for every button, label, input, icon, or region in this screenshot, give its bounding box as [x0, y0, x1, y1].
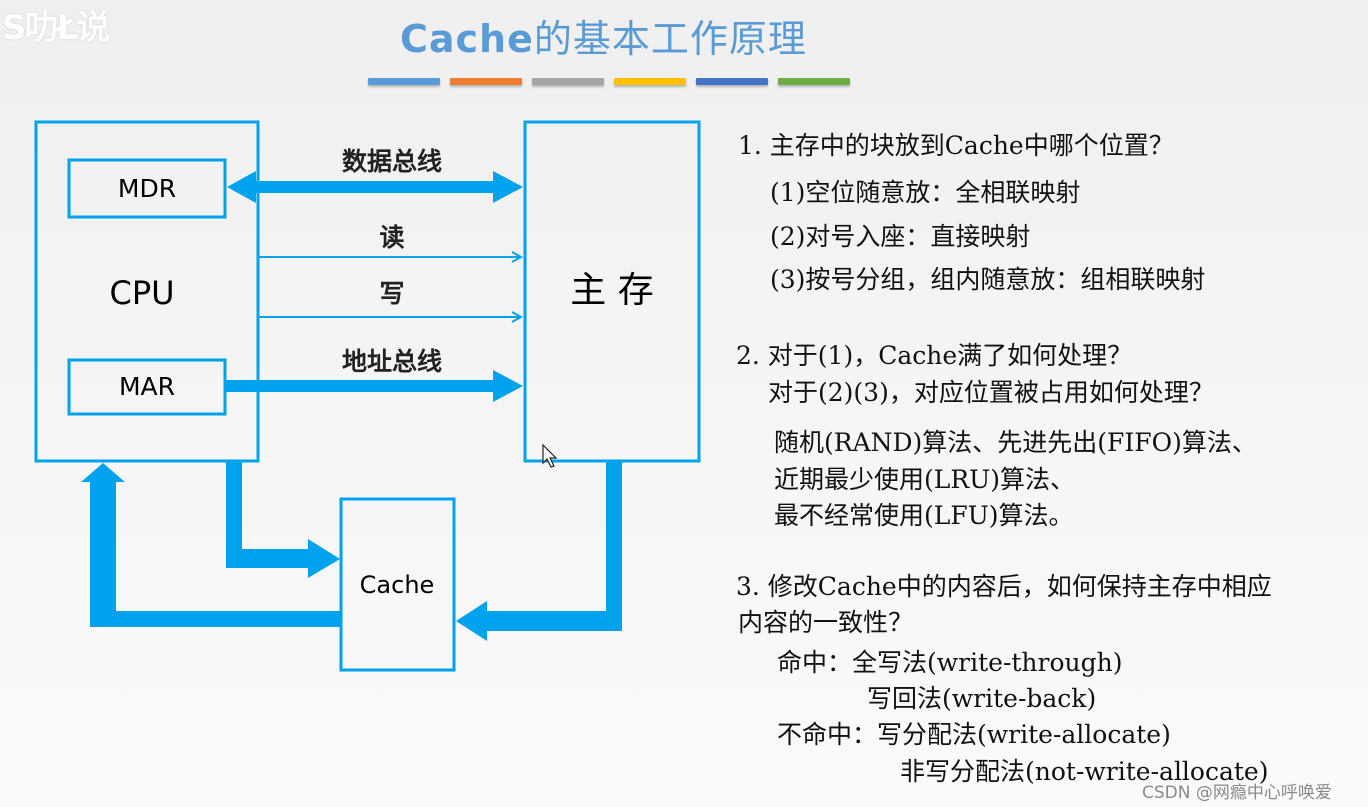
mar-label: MAR: [119, 372, 175, 401]
data-bus-label: 数据总线: [342, 147, 442, 176]
question-3-heading-cont: 内容的一致性？: [738, 608, 914, 637]
read-label: 读: [379, 223, 404, 252]
memory-to-cache-arrow: [456, 461, 622, 641]
mdr-label: MDR: [118, 174, 176, 203]
cache-to-cpu-arrow: [81, 463, 341, 627]
csdn-watermark: CSDN @网瘾中心呼唤爱: [1142, 783, 1332, 803]
question-2-answer-3: 最不经常使用(LFU)算法。: [774, 501, 1074, 530]
question-2-heading: 2. 对于(1)，Cache满了如何处理？: [736, 341, 1133, 370]
question-2-answer-1: 随机(RAND)算法、先进先出(FIFO)算法、: [774, 428, 1257, 457]
question-2-answer-2: 近期最少使用(LRU)算法、: [774, 465, 1076, 494]
address-bus-label: 地址总线: [342, 347, 442, 376]
accent-bar-6: [778, 78, 850, 85]
cache-diagram: MDR MAR CPU 主 存 Cache 数据总线 读 写 地址总线: [34, 120, 701, 672]
cpu-label: CPU: [109, 274, 174, 312]
main-memory-label: 主 存: [570, 270, 653, 311]
question-3-miss-1: 不命中：写分配法(write-allocate): [777, 720, 1171, 749]
question-1-answer-3: (3)按号分组，组内随意放：组相联映射: [770, 265, 1206, 294]
cache-label: Cache: [360, 571, 435, 599]
question-1-heading: 1. 主存中的块放到Cache中哪个位置？: [738, 131, 1174, 160]
cpu-to-cache-arrow: [226, 461, 340, 578]
question-3-heading: 3. 修改Cache中的内容后，如何保持主存中相应: [736, 572, 1272, 601]
question-2-subheading: 对于(2)(3)，对应位置被占用如何处理？: [768, 378, 1214, 407]
question-1-answer-1: (1)空位随意放：全相联映射: [770, 178, 1081, 207]
question-1-answer-2: (2)对号入座：直接映射: [770, 222, 1031, 251]
question-3-hit-1: 命中：全写法(write-through): [777, 648, 1123, 677]
mouse-cursor-icon: [542, 444, 558, 468]
write-label: 写: [379, 279, 404, 308]
question-3-hit-2: 写回法(write-back): [867, 684, 1097, 713]
